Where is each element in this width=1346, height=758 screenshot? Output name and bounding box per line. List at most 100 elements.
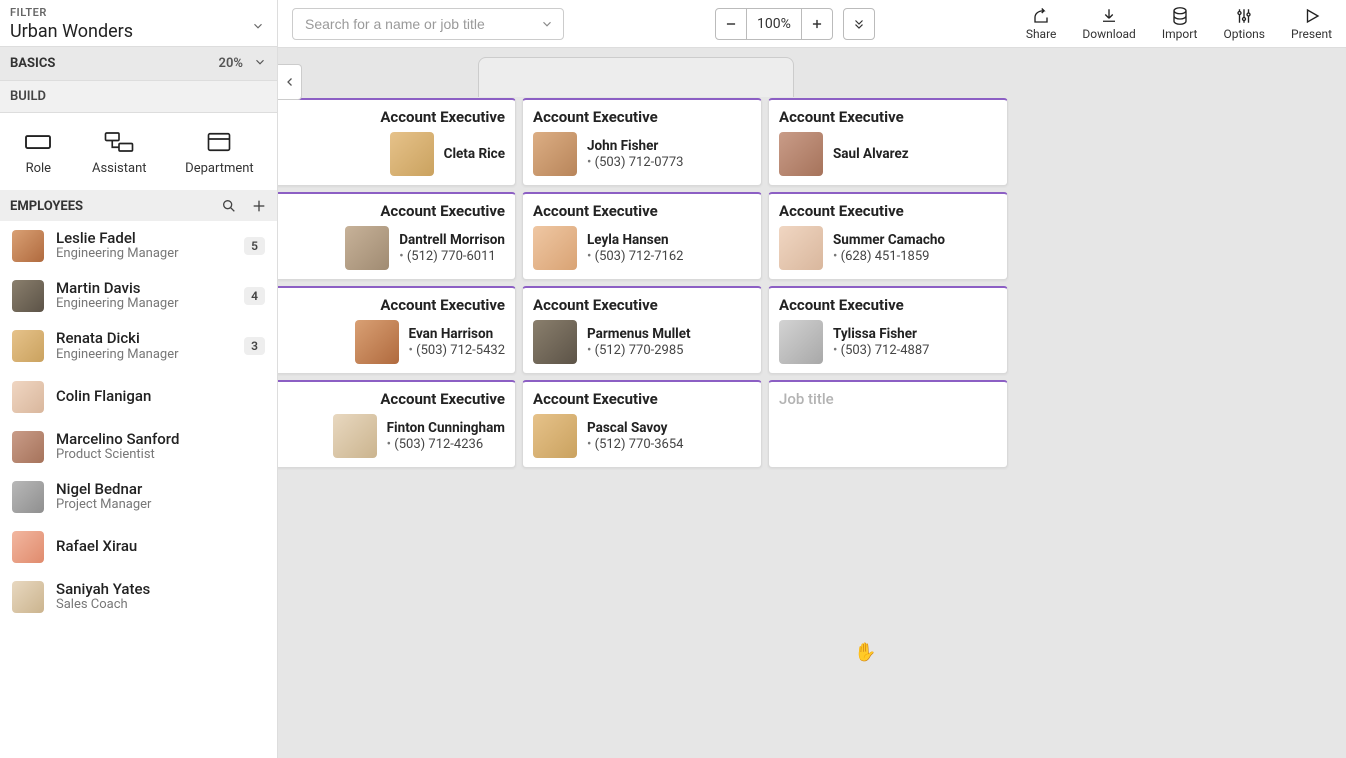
employee-meta: Nigel BednarProject Manager	[56, 481, 265, 513]
card-person-name: Leyla Hansen	[587, 232, 683, 248]
card-info: Parmenus Mullet(512) 770-2985	[587, 326, 691, 358]
collapse-sidebar-button[interactable]	[278, 64, 302, 100]
card-phone: (512) 770-2985	[587, 343, 691, 358]
tool-department-label: Department	[185, 161, 254, 176]
card-job-title: Account Executive	[533, 390, 751, 408]
avatar	[355, 320, 399, 364]
expand-button[interactable]	[843, 8, 875, 40]
card-info: Leyla Hansen(503) 712-7162	[587, 232, 683, 264]
options-button[interactable]: Options	[1223, 7, 1265, 41]
org-card[interactable]: Account ExecutiveTylissa Fisher(503) 712…	[768, 286, 1008, 374]
zoom-in-button[interactable]	[801, 8, 833, 40]
card-info: Summer Camacho(628) 451-1859	[833, 232, 945, 264]
employee-row[interactable]: Renata DickiEngineering Manager3	[0, 321, 277, 371]
search-input[interactable]	[292, 8, 564, 40]
employee-row[interactable]: Colin Flanigan	[0, 372, 277, 422]
import-button[interactable]: Import	[1162, 7, 1198, 41]
org-card[interactable]: Account ExecutiveJohn Fisher(503) 712-07…	[522, 98, 762, 186]
card-phone: (503) 712-7162	[587, 249, 683, 264]
org-card[interactable]: Account Executive Summer Camacho(628) 451…	[768, 192, 1008, 280]
tool-department[interactable]: Department	[185, 131, 254, 176]
org-card[interactable]: Account Executive Leyla Hansen(503) 712-7…	[522, 192, 762, 280]
download-button[interactable]: Download	[1082, 7, 1135, 41]
card-body: Cleta Rice	[278, 132, 505, 176]
chevron-left-icon	[284, 76, 296, 88]
org-card[interactable]: Account Executive Cleta Rice	[278, 98, 516, 186]
employee-row[interactable]: Nigel BednarProject Manager	[0, 472, 277, 522]
avatar	[12, 381, 44, 413]
avatar	[533, 414, 577, 458]
import-label: Import	[1162, 27, 1198, 41]
employee-name: Saniyah Yates	[56, 581, 265, 598]
card-info: Cleta Rice	[444, 146, 505, 162]
card-person-name: John Fisher	[587, 138, 683, 154]
org-card[interactable]: Account ExecutiveSaul Alvarez	[768, 98, 1008, 186]
org-card-placeholder[interactable]: Job title	[768, 380, 1008, 468]
org-card[interactable]: Account ExecutiveDantrell Morrison(512) …	[278, 192, 516, 280]
main-area: 100% Share Download Import	[278, 0, 1346, 758]
section-basics-label: BASICS	[10, 56, 55, 71]
import-icon	[1170, 7, 1190, 25]
card-body: Evan Harrison(503) 712-5432	[278, 320, 505, 364]
role-icon	[23, 131, 53, 153]
plus-icon[interactable]	[251, 198, 267, 214]
employee-meta: Martin DavisEngineering Manager	[56, 280, 232, 312]
card-job-title: Account Executive	[533, 202, 751, 220]
download-label: Download	[1082, 27, 1135, 41]
avatar	[12, 481, 44, 513]
zoom-controls: 100%	[715, 8, 875, 40]
zoom-value[interactable]: 100%	[747, 8, 801, 40]
card-phone: (503) 712-4236	[387, 437, 505, 452]
card-phone: (512) 770-6011	[399, 249, 505, 264]
assistant-icon	[104, 131, 134, 153]
employee-name: Renata Dicki	[56, 330, 232, 347]
present-button[interactable]: Present	[1291, 7, 1332, 41]
card-job-title: Account Executive	[779, 202, 997, 220]
employee-meta: Saniyah YatesSales Coach	[56, 581, 265, 613]
avatar	[12, 330, 44, 362]
card-job-title: Account Executive	[278, 108, 505, 126]
avatar	[533, 226, 577, 270]
employee-row[interactable]: Martin DavisEngineering Manager4	[0, 271, 277, 321]
canvas[interactable]: Account ExecutiveCleta RiceAccount Execu…	[278, 48, 1346, 758]
avatar	[333, 414, 377, 458]
employee-row[interactable]: Leslie FadelEngineering Manager5	[0, 221, 277, 271]
tool-assistant-label: Assistant	[92, 161, 147, 176]
employee-meta: Marcelino SanfordProduct Scientist	[56, 431, 265, 463]
tool-role[interactable]: Role	[23, 131, 53, 176]
hand-cursor-icon: ✋	[854, 642, 876, 663]
tool-role-label: Role	[26, 161, 51, 176]
org-card[interactable]: Account ExecutiveParmenus Mullet(512) 77…	[522, 286, 762, 374]
tool-assistant[interactable]: Assistant	[92, 131, 147, 176]
employee-row[interactable]: Marcelino SanfordProduct Scientist	[0, 422, 277, 472]
card-body: Finton Cunningham(503) 712-4236	[278, 414, 505, 458]
employee-row[interactable]: Rafael Xirau	[0, 522, 277, 572]
search-wrap	[292, 8, 564, 40]
org-card[interactable]: Account ExecutiveFinton Cunningham(503) …	[278, 380, 516, 468]
search-icon[interactable]	[221, 198, 237, 214]
employee-row[interactable]: Saniyah YatesSales Coach	[0, 572, 277, 622]
card-phone: (503) 712-0773	[587, 155, 683, 170]
employee-count-badge: 3	[244, 337, 265, 355]
filter-selector[interactable]: FILTER Urban Wonders	[0, 0, 277, 46]
avatar	[390, 132, 434, 176]
filter-label: FILTER	[10, 6, 267, 19]
zoom-out-button[interactable]	[715, 8, 747, 40]
card-body: Leyla Hansen(503) 712-7162	[533, 226, 751, 270]
card-phone: (628) 451-1859	[833, 249, 945, 264]
employee-name: Rafael Xirau	[56, 538, 265, 555]
plus-icon	[810, 17, 824, 31]
card-info: Pascal Savoy(512) 770-3654	[587, 420, 683, 452]
card-info: John Fisher(503) 712-0773	[587, 138, 683, 170]
filter-value: Urban Wonders	[10, 21, 267, 42]
avatar	[12, 581, 44, 613]
org-card[interactable]: Account ExecutiveEvan Harrison(503) 712-…	[278, 286, 516, 374]
section-basics[interactable]: BASICS 20%	[0, 46, 277, 81]
share-button[interactable]: Share	[1026, 7, 1057, 41]
org-card[interactable]: Account Executive Pascal Savoy(512) 770-3…	[522, 380, 762, 468]
card-person-name: Pascal Savoy	[587, 420, 683, 436]
section-build[interactable]: BUILD	[0, 81, 277, 113]
employee-meta: Rafael Xirau	[56, 538, 265, 555]
avatar	[533, 132, 577, 176]
card-job-title: Account Executive	[779, 108, 997, 126]
